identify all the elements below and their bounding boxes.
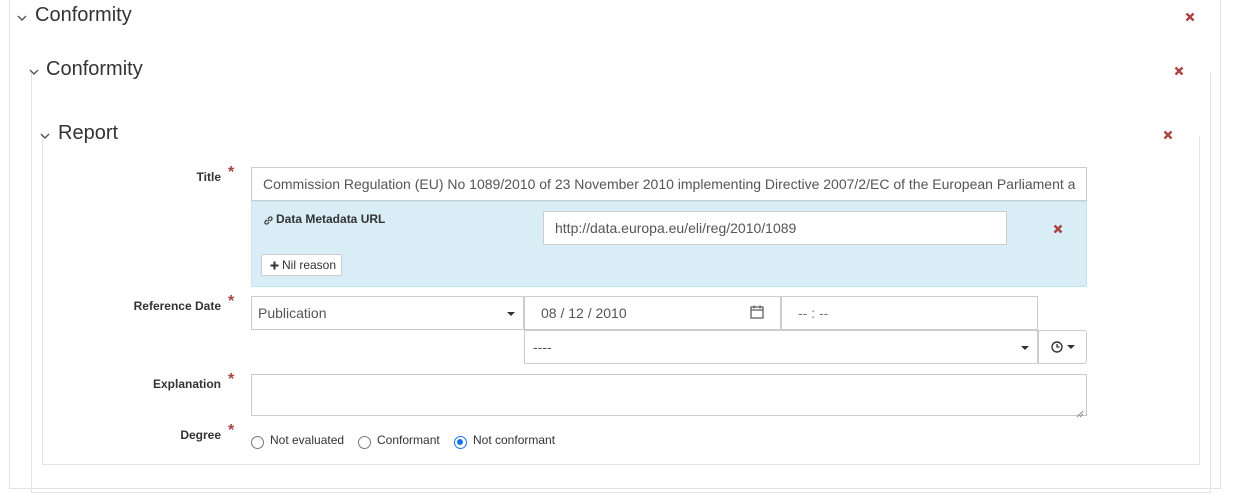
degree-radio-not-evaluated[interactable] (251, 436, 264, 449)
time-input[interactable]: -- : -- (781, 296, 1038, 330)
caret-down-icon (507, 312, 515, 316)
required-marker: * (228, 422, 235, 439)
resize-handle-icon[interactable] (1076, 405, 1084, 423)
section-title[interactable]: Report (58, 121, 118, 145)
times-icon (1163, 130, 1173, 140)
section-title[interactable]: Conformity (35, 3, 132, 27)
degree-radio-not-conformant[interactable] (454, 436, 467, 449)
date-value: 08 / 12 / 2010 (541, 305, 627, 321)
clock-dropdown-button[interactable] (1038, 330, 1087, 364)
degree-option-label[interactable]: Not evaluated (270, 433, 344, 447)
title-input[interactable]: Commission Regulation (EU) No 1089/2010 … (251, 167, 1087, 201)
degree-label: Degree (180, 428, 221, 442)
explanation-textarea[interactable] (251, 374, 1087, 416)
remove-section-button[interactable] (1163, 128, 1173, 142)
chevron-down-icon[interactable] (17, 12, 27, 24)
data-metadata-url-value: http://data.europa.eu/eli/reg/2010/1089 (555, 220, 797, 236)
explanation-label: Explanation (152, 377, 221, 391)
required-marker: * (228, 371, 235, 388)
section-title[interactable]: Conformity (46, 57, 143, 81)
data-metadata-url-label: Data Metadata URL (276, 212, 386, 226)
required-marker: * (228, 293, 235, 310)
title-value: Commission Regulation (EU) No 1089/2010 … (263, 176, 1076, 192)
caret-down-icon (1021, 346, 1029, 350)
clock-icon (1050, 341, 1063, 353)
times-icon (1174, 66, 1184, 76)
remove-section-button[interactable] (1174, 64, 1184, 78)
nil-reason-label: Nil reason (282, 258, 337, 272)
degree-option-label[interactable]: Not conformant (473, 433, 555, 447)
caret-down-icon (1066, 345, 1075, 349)
chevron-down-icon[interactable] (40, 130, 50, 142)
nil-reason-button[interactable]: Nil reason (261, 254, 342, 276)
remove-section-button[interactable] (1185, 10, 1195, 24)
remove-url-button[interactable] (1053, 222, 1063, 236)
plus-icon (270, 261, 279, 269)
data-metadata-url-input[interactable]: http://data.europa.eu/eli/reg/2010/1089 (543, 211, 1007, 245)
degree-radio-conformant[interactable] (358, 436, 371, 449)
degree-option-label[interactable]: Conformant (377, 433, 440, 447)
reference-date-label: Reference Date (133, 299, 221, 313)
date-type-select[interactable]: Publication (251, 296, 524, 330)
times-icon (1185, 12, 1195, 22)
date-input[interactable]: 08 / 12 / 2010 (524, 296, 781, 330)
title-label: Title (196, 170, 221, 184)
timezone-select[interactable]: ---- (524, 330, 1038, 364)
time-value: -- : -- (798, 305, 829, 321)
calendar-icon[interactable] (750, 305, 764, 324)
date-type-value: Publication (258, 305, 327, 321)
times-icon (1053, 224, 1063, 234)
chevron-down-icon[interactable] (29, 66, 39, 78)
timezone-value: ---- (533, 339, 552, 355)
link-icon (263, 213, 274, 231)
required-marker: * (228, 164, 235, 181)
